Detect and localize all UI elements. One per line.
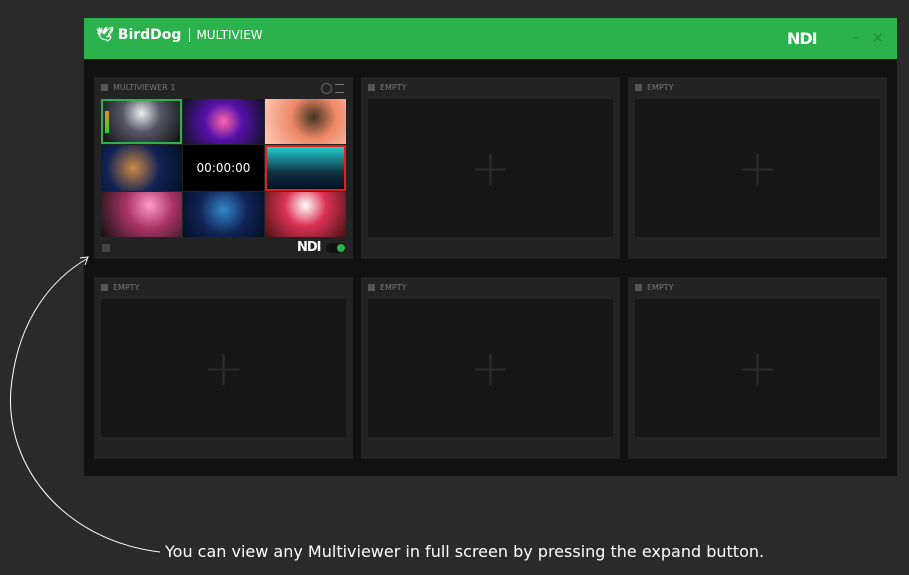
- annotation-arrow: [10, 256, 161, 553]
- caption: You can view any Multiviewer in full scr…: [165, 542, 765, 561]
